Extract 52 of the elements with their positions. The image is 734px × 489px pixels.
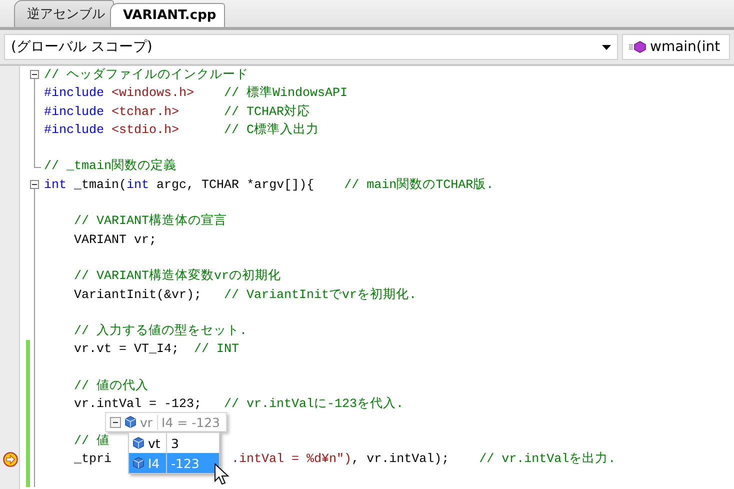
keyword: #include <box>44 122 104 137</box>
code-comment: // _tmain関数の定義 <box>44 159 177 174</box>
code-text: VARIANT vr; <box>73 232 157 247</box>
scope-label: (グローバル スコープ) <box>11 38 152 56</box>
code-text: VariantInit(&vr); <box>73 288 202 302</box>
code-comment: // VariantInitでvrを初期化. <box>223 288 417 302</box>
member-label: wmain(int <box>650 39 720 55</box>
member-name: vt <box>148 436 160 450</box>
method-icon <box>629 41 647 53</box>
collapse-icon[interactable] <box>30 180 39 195</box>
code-comment: // vr.intValを出力. <box>478 452 616 466</box>
editor-tab[interactable]: VARIANT.cpp <box>110 3 226 27</box>
code-text: vr.intVal = -123; <box>73 397 202 412</box>
code-comment: // INT <box>193 342 240 356</box>
editor-tab[interactable]: 逆アセンブル <box>14 0 114 27</box>
code-text: , vr.intVal); <box>352 452 450 466</box>
collapse-icon[interactable] <box>110 416 121 428</box>
string-literal: <tchar.h> <box>110 104 180 119</box>
code-comment: // vr.intValに-123を代入. <box>223 397 404 412</box>
field-icon <box>133 457 144 469</box>
code-comment: // 値の代入 <box>73 379 149 394</box>
code-comment: // TCHAR対応 <box>223 104 310 119</box>
variable-name: vr <box>140 414 153 430</box>
code-text: _tpri <box>73 452 112 466</box>
code-comment: // ヘッダファイルのインクルード <box>44 68 249 82</box>
code-comment: // 入力する値の型をセット. <box>73 324 248 338</box>
keyword: int <box>126 178 150 192</box>
scope-dropdown[interactable]: (グローバル スコープ) <box>4 34 618 60</box>
code-text: argc, TCHAR *argv[]){ <box>156 178 314 192</box>
code-comment: // C標準入出力 <box>223 122 320 137</box>
code-comment: // VARIANT構造体変数vrの初期化 <box>73 269 282 284</box>
code-comment: // 標準WindowsAPI <box>223 86 348 100</box>
string-literal: <windows.h> <box>110 86 194 100</box>
code-text: vr.vt = VT_I4; <box>73 342 180 356</box>
field-icon <box>125 416 136 428</box>
member-value: -123 <box>170 456 200 470</box>
string-literal: .intVal = %d¥n") <box>232 452 352 466</box>
member-value: 3 <box>170 436 179 450</box>
keyword: #include <box>44 86 104 100</box>
member-name: I4 <box>148 456 160 470</box>
dropdown-arrow-icon <box>602 44 611 50</box>
field-icon <box>133 437 144 449</box>
member-dropdown[interactable]: wmain(int <box>622 34 730 60</box>
code-comment: // VARIANT構造体の宣言 <box>73 214 228 228</box>
collapse-icon[interactable] <box>30 70 39 85</box>
variable-value: I4 = -123 <box>156 414 220 430</box>
code-text: _tmain( <box>73 178 127 192</box>
code-comment: // 値 <box>73 434 110 448</box>
string-literal: <stdio.h> <box>110 122 180 137</box>
keyword: #include <box>44 104 104 119</box>
code-comment: // main関数のTCHAR版. <box>343 178 494 192</box>
keyword: int <box>44 178 67 192</box>
